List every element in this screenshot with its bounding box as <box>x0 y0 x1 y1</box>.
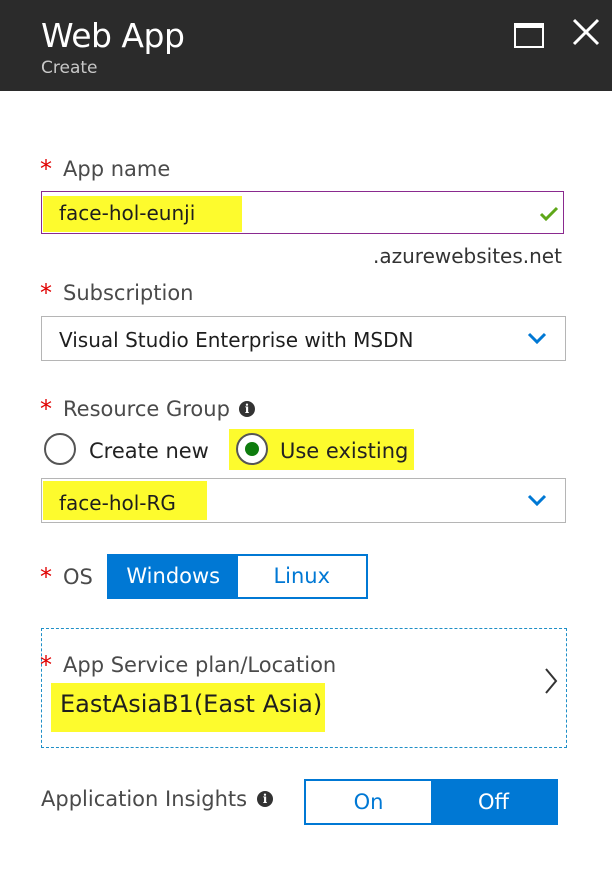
use-existing-radio[interactable] <box>236 433 268 465</box>
os-option-linux[interactable]: Linux <box>237 556 366 597</box>
os-toggle: Windows Linux <box>107 554 368 599</box>
app-service-plan-value: EastAsiaB1(East Asia) <box>60 690 323 718</box>
radio-selected-dot <box>245 442 259 456</box>
app-name-value: face-hol-eunji <box>59 201 196 225</box>
info-icon[interactable]: i <box>239 401 255 417</box>
app-service-plan-label: App Service plan/Location <box>63 653 337 677</box>
chevron-down-icon[interactable] <box>527 494 547 506</box>
app-insights-toggle: On Off <box>304 779 558 825</box>
info-icon[interactable]: i <box>257 791 273 807</box>
required-marker: * <box>40 651 52 679</box>
check-icon <box>539 206 559 222</box>
subscription-value: Visual Studio Enterprise with MSDN <box>59 328 414 352</box>
domain-suffix: .azurewebsites.net <box>373 244 562 268</box>
blade-header: Web App Create <box>0 0 612 91</box>
chevron-down-icon[interactable] <box>527 332 547 344</box>
create-new-radio[interactable] <box>44 433 76 465</box>
use-existing-label[interactable]: Use existing <box>280 439 408 463</box>
required-marker: * <box>40 155 52 183</box>
resource-group-value: face-hol-RG <box>59 491 176 515</box>
maximize-icon[interactable] <box>514 23 544 48</box>
os-label: OS <box>63 565 93 589</box>
app-name-label: App name <box>63 157 171 181</box>
app-insights-off[interactable]: Off <box>431 781 556 823</box>
required-marker: * <box>40 395 52 423</box>
app-insights-on[interactable]: On <box>306 781 431 823</box>
required-marker: * <box>40 279 52 307</box>
chevron-right-icon[interactable] <box>544 667 558 695</box>
resource-group-label: Resource Group <box>63 397 230 421</box>
blade-subtitle: Create <box>41 58 98 78</box>
blade-title: Web App <box>41 16 185 55</box>
create-new-label[interactable]: Create new <box>89 439 209 463</box>
subscription-label: Subscription <box>63 281 194 305</box>
os-option-windows[interactable]: Windows <box>109 556 238 597</box>
app-insights-label: Application Insights <box>41 787 248 811</box>
required-marker: * <box>40 563 52 591</box>
close-icon[interactable] <box>570 16 602 48</box>
